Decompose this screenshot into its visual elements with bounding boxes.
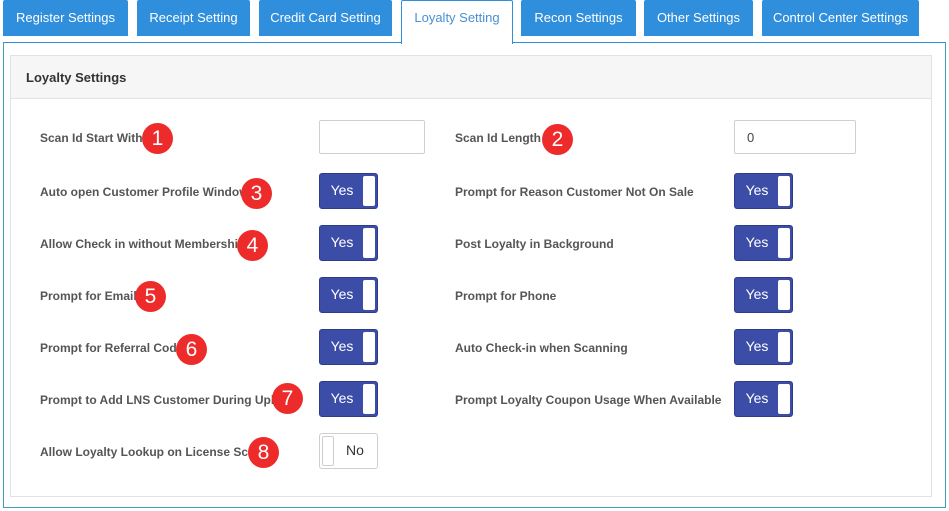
prompt-email-label: Prompt for Email [40, 289, 137, 303]
prompt-reason-label: Prompt for Reason Customer Not On Sale [455, 185, 694, 199]
toggle-label: Yes [745, 286, 769, 302]
prompt-email-toggle[interactable]: Yes [319, 277, 378, 313]
toggle-knob [363, 280, 375, 310]
annotation-badge-5: 5 [135, 281, 166, 312]
toggle-knob [363, 176, 375, 206]
prompt-referral-toggle[interactable]: Yes [319, 329, 378, 365]
prompt-coupon-label: Prompt Loyalty Coupon Usage When Availab… [455, 393, 722, 407]
toggle-label: Yes [330, 286, 354, 302]
tab-loyalty-setting[interactable]: Loyalty Setting [401, 0, 513, 44]
prompt-lns-toggle[interactable]: Yes [319, 381, 378, 417]
prompt-lns-label: Prompt to Add LNS Customer During Uplift [40, 393, 286, 407]
annotation-badge-7: 7 [272, 383, 303, 414]
annotation-badge-2: 2 [542, 124, 573, 155]
tab-control-center-settings[interactable]: Control Center Settings [762, 0, 919, 36]
toggle-knob [778, 176, 790, 206]
scan-id-start-label: Scan Id Start With [40, 131, 143, 145]
toggle-knob [778, 280, 790, 310]
allow-lookup-toggle[interactable]: No [319, 433, 378, 469]
tab-recon-settings[interactable]: Recon Settings [521, 0, 636, 36]
tab-receipt-setting[interactable]: Receipt Setting [137, 0, 250, 36]
allow-lookup-label: Allow Loyalty Lookup on License Scan [40, 445, 263, 459]
annotation-badge-3: 3 [241, 178, 272, 209]
auto-open-profile-label: Auto open Customer Profile Window [40, 185, 249, 199]
auto-checkin-scan-toggle[interactable]: Yes [734, 329, 793, 365]
settings-tab-bar: Register Settings Receipt Setting Credit… [0, 0, 949, 44]
auto-open-profile-toggle[interactable]: Yes [319, 173, 378, 209]
prompt-reason-toggle[interactable]: Yes [734, 173, 793, 209]
tab-credit-card-setting[interactable]: Credit Card Setting [259, 0, 392, 36]
post-background-label: Post Loyalty in Background [455, 237, 614, 251]
toggle-label: Yes [330, 338, 354, 354]
toggle-knob [363, 228, 375, 258]
tab-other-settings[interactable]: Other Settings [644, 0, 753, 36]
toggle-label: Yes [330, 234, 354, 250]
annotation-badge-6: 6 [176, 334, 207, 365]
toggle-knob [778, 384, 790, 414]
prompt-phone-toggle[interactable]: Yes [734, 277, 793, 313]
toggle-label: Yes [745, 234, 769, 250]
toggle-knob [363, 384, 375, 414]
annotation-badge-1: 1 [142, 123, 173, 154]
post-background-toggle[interactable]: Yes [734, 225, 793, 261]
toggle-label: Yes [330, 182, 354, 198]
toggle-label: No [346, 442, 364, 458]
allow-checkin-label: Allow Check in without Membership [40, 237, 246, 251]
allow-checkin-toggle[interactable]: Yes [319, 225, 378, 261]
toggle-knob [778, 332, 790, 362]
toggle-label: Yes [330, 390, 354, 406]
scan-id-length-input[interactable] [734, 120, 856, 154]
toggle-label: Yes [745, 390, 769, 406]
toggle-label: Yes [745, 182, 769, 198]
toggle-label: Yes [745, 338, 769, 354]
scan-id-length-label: Scan Id Length [455, 131, 542, 145]
prompt-phone-label: Prompt for Phone [455, 289, 557, 303]
toggle-knob [778, 228, 790, 258]
prompt-referral-label: Prompt for Referral Code [40, 341, 184, 355]
auto-checkin-scan-label: Auto Check-in when Scanning [455, 341, 628, 355]
prompt-coupon-toggle[interactable]: Yes [734, 381, 793, 417]
annotation-badge-8: 8 [248, 437, 279, 468]
panel-title: Loyalty Settings [11, 56, 931, 99]
annotation-badge-4: 4 [237, 230, 268, 261]
tab-register-settings[interactable]: Register Settings [3, 0, 128, 36]
toggle-knob [363, 332, 375, 362]
scan-id-start-input[interactable] [319, 120, 425, 154]
